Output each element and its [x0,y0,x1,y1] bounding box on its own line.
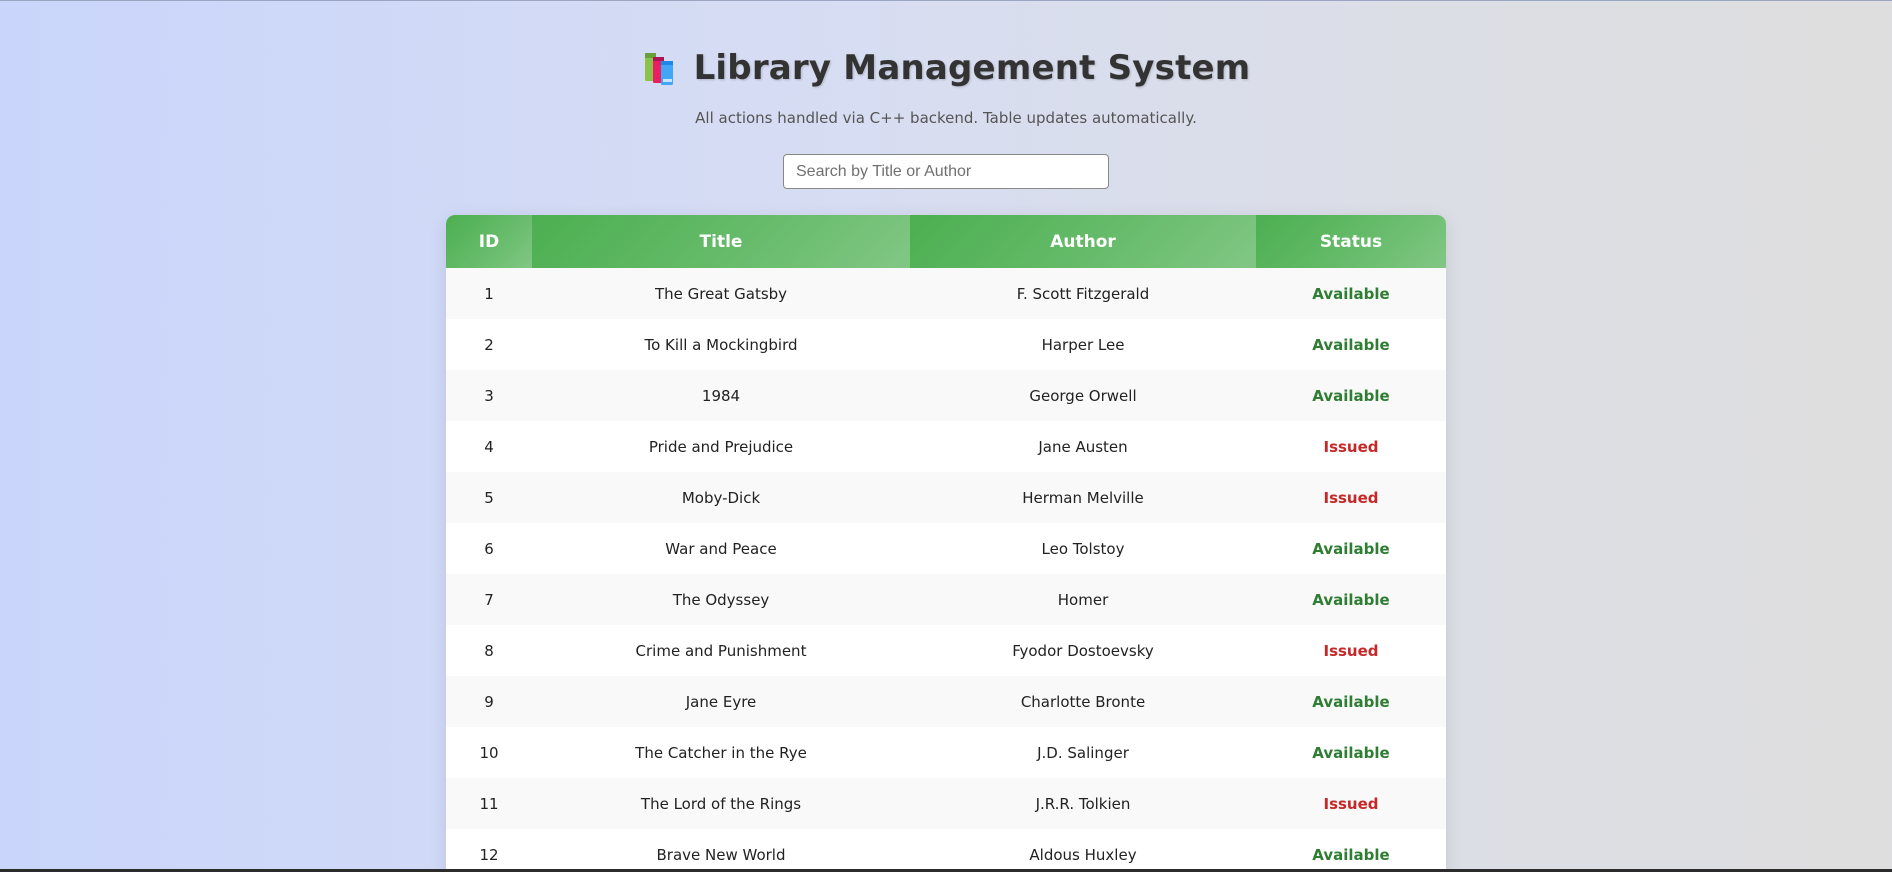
column-header-title[interactable]: Title [532,215,910,268]
cell-id: 11 [446,778,532,829]
search-input[interactable] [783,154,1109,189]
cell-title: The Lord of the Rings [532,778,910,829]
cell-status: Issued [1256,778,1446,829]
cell-status: Issued [1256,421,1446,472]
table-row[interactable]: 4 Pride and Prejudice Jane Austen Issued [446,421,1446,472]
cell-title: War and Peace [532,523,910,574]
column-header-status[interactable]: Status [1256,215,1446,268]
table-row[interactable]: 9 Jane Eyre Charlotte Bronte Available [446,676,1446,727]
cell-id: 9 [446,676,532,727]
cell-author: Aldous Huxley [910,829,1256,872]
books-table-body: 1 The Great Gatsby F. Scott Fitzgerald Avai… [446,268,1446,872]
cell-id: 2 [446,319,532,370]
search-container [783,154,1109,189]
cell-author: Charlotte Bronte [910,676,1256,727]
cell-author: Harper Lee [910,319,1256,370]
cell-status: Available [1256,319,1446,370]
cell-title: To Kill a Mockingbird [532,319,910,370]
cell-status: Available [1256,370,1446,421]
table-row[interactable]: 12 Brave New World Aldous Huxley Available [446,829,1446,872]
cell-author: Homer [910,574,1256,625]
table-row[interactable]: 1 The Great Gatsby F. Scott Fitzgerald Avai… [446,268,1446,319]
table-row[interactable]: 11 The Lord of the Rings J.R.R. Tolkien Iss… [446,778,1446,829]
cell-status: Available [1256,523,1446,574]
books-table-card: ID Title Author Status 1 The Great Gatsby… [446,215,1446,872]
table-row[interactable]: 8 Crime and Punishment Fyodor Dostoevsky Is… [446,625,1446,676]
cell-id: 6 [446,523,532,574]
cell-author: Jane Austen [910,421,1256,472]
cell-author: Leo Tolstoy [910,523,1256,574]
books-table: ID Title Author Status 1 The Great Gatsby… [446,215,1446,872]
cell-title: Jane Eyre [532,676,910,727]
cell-title: The Odyssey [532,574,910,625]
page-subtitle: All actions handled via C++ backend. Tab… [695,109,1197,127]
page-title: Library Management System [693,48,1251,88]
cell-author: Fyodor Dostoevsky [910,625,1256,676]
cell-title: The Great Gatsby [532,268,910,319]
cell-title: 1984 [532,370,910,421]
cell-status: Available [1256,574,1446,625]
table-row[interactable]: 6 War and Peace Leo Tolstoy Available [446,523,1446,574]
column-header-author[interactable]: Author [910,215,1256,268]
window-top-border [0,0,1892,1]
cell-id: 4 [446,421,532,472]
cell-id: 10 [446,727,532,778]
cell-id: 12 [446,829,532,872]
cell-status: Available [1256,268,1446,319]
cell-id: 1 [446,268,532,319]
cell-author: George Orwell [910,370,1256,421]
table-row[interactable]: 7 The Odyssey Homer Available [446,574,1446,625]
cell-author: F. Scott Fitzgerald [910,268,1256,319]
column-header-id[interactable]: ID [446,215,532,268]
page-header: Library Management System [0,48,1892,88]
cell-id: 3 [446,370,532,421]
table-row[interactable]: 5 Moby-Dick Herman Melville Issued [446,472,1446,523]
table-row[interactable]: 2 To Kill a Mockingbird Harper Lee Availabl… [446,319,1446,370]
cell-author: J.D. Salinger [910,727,1256,778]
cell-title: Brave New World [532,829,910,872]
cell-title: Pride and Prejudice [532,421,910,472]
cell-id: 7 [446,574,532,625]
cell-id: 5 [446,472,532,523]
cell-status: Available [1256,727,1446,778]
cell-author: Herman Melville [910,472,1256,523]
cell-status: Available [1256,676,1446,727]
books-icon [642,49,680,87]
cell-status: Issued [1256,625,1446,676]
cell-title: Crime and Punishment [532,625,910,676]
cell-status: Available [1256,829,1446,872]
cell-title: The Catcher in the Rye [532,727,910,778]
table-row[interactable]: 3 1984 George Orwell Available [446,370,1446,421]
cell-id: 8 [446,625,532,676]
table-header-row: ID Title Author Status [446,215,1446,268]
cell-author: J.R.R. Tolkien [910,778,1256,829]
cell-status: Issued [1256,472,1446,523]
cell-title: Moby-Dick [532,472,910,523]
table-row[interactable]: 10 The Catcher in the Rye J.D. Salinger Ava… [446,727,1446,778]
